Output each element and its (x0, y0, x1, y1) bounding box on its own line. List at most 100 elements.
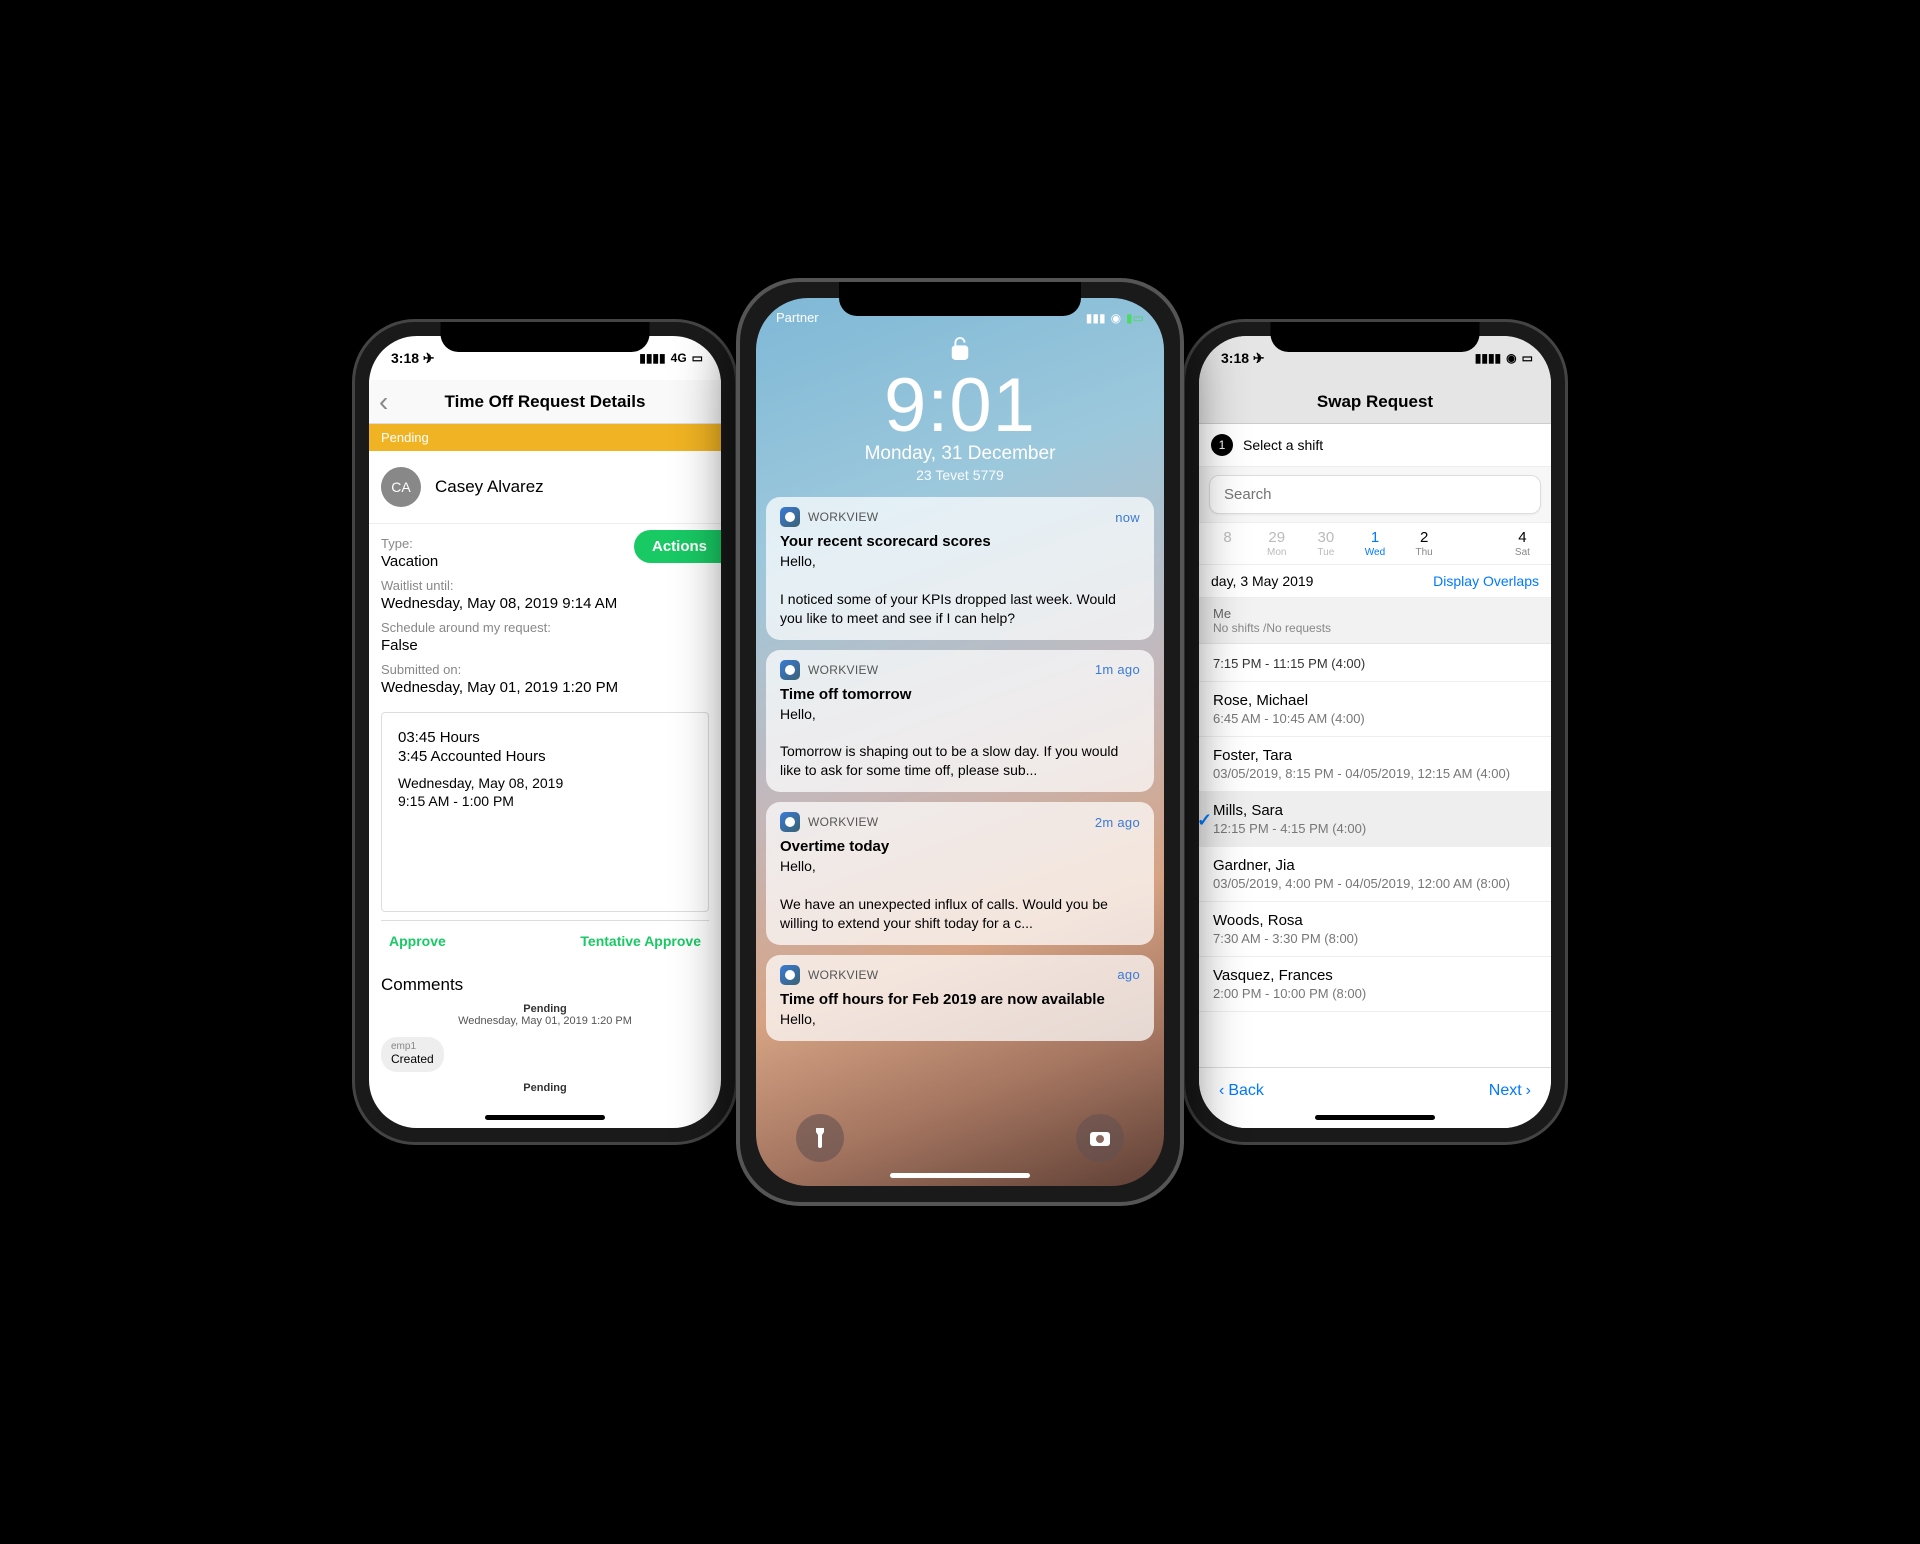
notification-card[interactable]: WORKVIEW2m agoOvertime todayHello, We ha… (766, 802, 1154, 945)
app-icon (780, 965, 800, 985)
status-icons: ▮▮▮ ◉ ▮▭ (1086, 310, 1144, 325)
notification-stack: WORKVIEWnowYour recent scorecard scoresH… (756, 483, 1164, 1041)
actions-button[interactable]: Actions (634, 530, 721, 563)
shift-name: Rose, Michael (1213, 692, 1537, 709)
shift-name: Gardner, Jia (1213, 857, 1537, 874)
next-button[interactable]: Next› (1489, 1082, 1531, 1100)
display-overlaps-link[interactable]: Display Overlaps (1433, 573, 1539, 589)
comments-heading: Comments (369, 961, 721, 999)
camera-icon[interactable] (1076, 1114, 1124, 1162)
search-input[interactable] (1209, 475, 1541, 514)
phone-center: Partner ▮▮▮ ◉ ▮▭ 9:01 Monday, 31 Decembe… (740, 282, 1180, 1202)
date-header-row: day, 3 May 2019 Display Overlaps (1199, 565, 1551, 598)
comment-author: emp1 (391, 1041, 434, 1052)
notification-timestamp: now (1115, 510, 1140, 525)
date-cell[interactable]: 30Tue (1301, 529, 1350, 558)
app-name: WORKVIEW (808, 510, 878, 524)
home-indicator (485, 1115, 605, 1120)
shift-name: Vasquez, Frances (1213, 967, 1537, 984)
shift-time: 7:30 AM - 3:30 PM (8:00) (1213, 931, 1537, 946)
shift-item[interactable]: Gardner, Jia 03/05/2019, 4:00 PM - 04/05/… (1199, 847, 1551, 902)
lockscreen-hebrew-date: 23 Tevet 5779 (756, 467, 1164, 483)
notification-body: Hello, (780, 1010, 1140, 1029)
page-title: Swap Request (1317, 392, 1433, 412)
notification-card[interactable]: WORKVIEWagoTime off hours for Feb 2019 a… (766, 955, 1154, 1041)
shift-time: 12:15 PM - 4:15 PM (4:00) (1213, 821, 1537, 836)
notification-timestamp: 2m ago (1095, 815, 1140, 830)
shift-item[interactable]: Woods, Rosa7:30 AM - 3:30 PM (8:00) (1199, 902, 1551, 957)
lockscreen-time: 9:01 (756, 362, 1164, 449)
chevron-right-icon: › (1526, 1082, 1531, 1100)
hours-line1: 03:45 Hours (398, 729, 692, 746)
schedule-value: False (381, 637, 709, 654)
signal-icon: ▮▮▮▮ (1475, 351, 1501, 365)
notch (1271, 322, 1480, 352)
shift-item[interactable]: ✓Mills, Sara12:15 PM - 4:15 PM (4:00) (1199, 792, 1551, 847)
me-shift: 7:15 PM - 11:15 PM (4:00) (1199, 644, 1551, 682)
me-label: Me (1213, 606, 1537, 621)
signal-icon: ▮▮▮ (1086, 311, 1106, 325)
tentative-approve-button[interactable]: Tentative Approve (545, 933, 701, 949)
search-wrap (1199, 467, 1551, 523)
hours-card: 03:45 Hours 3:45 Accounted Hours Wednesd… (381, 712, 709, 912)
shift-item[interactable]: Vasquez, Frances2:00 PM - 10:00 PM (8:00… (1199, 957, 1551, 1012)
approve-button[interactable]: Approve (389, 933, 545, 949)
date-cell[interactable]: 8 (1203, 529, 1252, 558)
shift-time: 6:45 AM - 10:45 AM (4:00) (1213, 711, 1537, 726)
network-label: 4G (671, 351, 687, 365)
app-icon (780, 812, 800, 832)
nav-bar: ‹ Time Off Request Details (369, 380, 721, 424)
date-cell[interactable]: 29Mon (1252, 529, 1301, 558)
app-name: WORKVIEW (808, 663, 878, 677)
screen-center-lockscreen: Partner ▮▮▮ ◉ ▮▭ 9:01 Monday, 31 Decembe… (756, 298, 1164, 1186)
notification-body: Hello, I noticed some of your KPIs dropp… (780, 552, 1140, 628)
shift-list: Rose, Michael 6:45 AM - 10:45 AM (4:00) Fo… (1199, 682, 1551, 1012)
comment-date: Wednesday, May 01, 2019 1:20 PM (369, 1015, 721, 1027)
selected-date-label: day, 3 May 2019 (1211, 573, 1313, 589)
page-title: Time Off Request Details (445, 392, 646, 412)
notification-card[interactable]: WORKVIEWnowYour recent scorecard scoresH… (766, 497, 1154, 640)
date-cell[interactable]: 2Thu (1400, 529, 1449, 558)
submitted-label: Submitted on: (381, 662, 709, 677)
notification-card[interactable]: WORKVIEW1m agoTime off tomorrowHello, To… (766, 650, 1154, 793)
me-sub: No shifts /No requests (1213, 621, 1537, 635)
app-icon (780, 660, 800, 680)
wifi-icon: ◉ (1506, 351, 1516, 365)
comment-status: Pending (369, 1003, 721, 1015)
flashlight-icon[interactable] (796, 1114, 844, 1162)
back-icon[interactable]: ‹ (379, 386, 388, 418)
hours-range: 9:15 AM - 1:00 PM (398, 793, 692, 809)
shift-time: 03/05/2019, 4:00 PM - 04/05/2019, 12:00 … (1213, 876, 1537, 891)
avatar: CA (381, 467, 421, 507)
date-cell[interactable]: 4Sat (1498, 529, 1547, 558)
hours-line2: 3:45 Accounted Hours (398, 748, 692, 765)
step-number: 1 (1211, 434, 1233, 456)
shift-item[interactable]: Foster, Tara03/05/2019, 8:15 PM - 04/05/… (1199, 737, 1551, 792)
back-button[interactable]: ‹Back (1219, 1082, 1264, 1100)
comment-status-2: Pending (369, 1082, 721, 1094)
chevron-left-icon: ‹ (1219, 1082, 1224, 1100)
requester-name: Casey Alvarez (435, 477, 544, 497)
nav-bar: Swap Request (1199, 380, 1551, 424)
comment-text: Created (391, 1052, 434, 1066)
date-cell-selected[interactable]: 3Fri (1449, 529, 1498, 558)
status-banner: Pending (369, 424, 721, 451)
date-strip[interactable]: 8 29Mon 30Tue 1Wed 2Thu 3Fri 4Sat (1199, 523, 1551, 565)
shift-name: Mills, Sara (1213, 802, 1537, 819)
notification-title: Time off tomorrow (780, 686, 1140, 703)
hours-date: Wednesday, May 08, 2019 (398, 775, 692, 791)
date-cell[interactable]: 1Wed (1350, 529, 1399, 558)
home-indicator (1315, 1115, 1435, 1120)
waitlist-value: Wednesday, May 08, 2019 9:14 AM (381, 595, 709, 612)
notification-title: Time off hours for Feb 2019 are now avai… (780, 991, 1140, 1008)
submitted-value: Wednesday, May 01, 2019 1:20 PM (381, 679, 709, 696)
shift-item[interactable]: Rose, Michael 6:45 AM - 10:45 AM (4:00) (1199, 682, 1551, 737)
step-row: 1 Select a shift (1199, 424, 1551, 467)
phone-right: 3:18 ✈ ▮▮▮▮ ◉ ▭ Swap Request 1 Select a … (1185, 322, 1565, 1142)
notification-body: Hello, Tomorrow is shaping out to be a s… (780, 705, 1140, 781)
detail-block: Actions Type: Vacation Waitlist until: W… (369, 524, 721, 698)
battery-icon: ▭ (692, 351, 703, 365)
step-label: Select a shift (1243, 437, 1323, 453)
notch (441, 322, 650, 352)
carrier-label: Partner (776, 310, 819, 325)
